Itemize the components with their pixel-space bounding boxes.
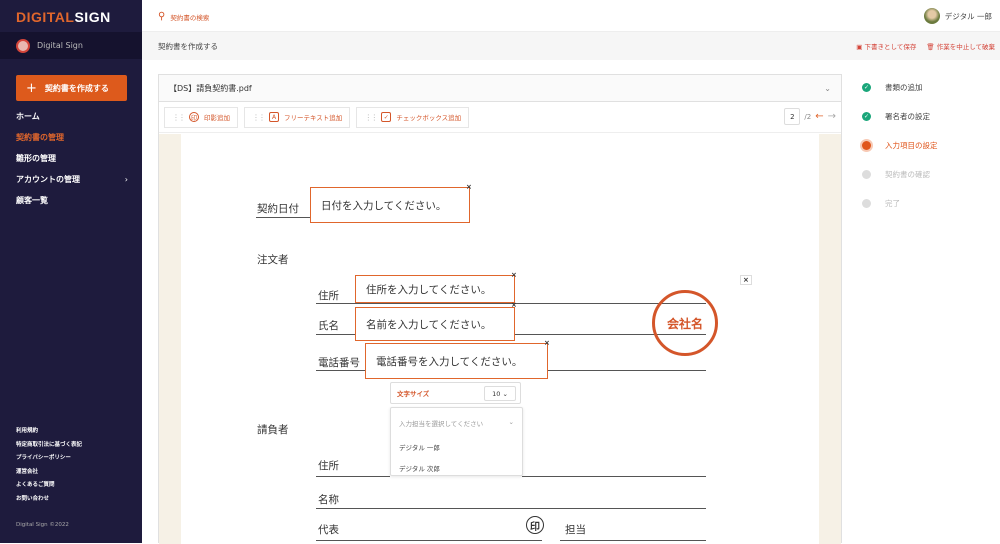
user-menu[interactable]: デジタル 一郎	[923, 8, 992, 24]
sidebar: DIGITALSIGN Digital Sign + 契約書を作成する ホーム 契…	[0, 0, 142, 543]
name-label: 氏名	[318, 320, 339, 332]
checkbox-icon: ✓	[381, 112, 392, 122]
drag-handle-icon: ⋮⋮	[252, 112, 266, 122]
date-label: 契約日付	[257, 203, 299, 215]
font-size-control: 文字サイズ 10 ⌄	[390, 382, 521, 404]
remove-seal-icon[interactable]: ×	[740, 275, 752, 285]
nav-customers[interactable]: 顧客一覧	[16, 194, 128, 215]
trash-icon: 🗑	[926, 43, 935, 51]
next-page-arrow-icon[interactable]: →	[828, 111, 836, 122]
drag-handle-icon: ⋮⋮	[172, 112, 186, 122]
name-field[interactable]: 名前を入力してください。	[355, 307, 515, 341]
company-seal[interactable]: 会社名	[652, 290, 718, 356]
representative-label: 代表	[318, 524, 339, 536]
organization[interactable]: Digital Sign	[0, 32, 142, 59]
pending-step-icon	[862, 170, 871, 179]
check-icon: ✓	[862, 112, 871, 121]
remove-icon[interactable]: ×	[511, 271, 517, 279]
chevron-right-icon: ›	[124, 175, 128, 184]
add-seal-tool[interactable]: ⋮⋮ 印印影追加	[164, 106, 238, 128]
discard-button[interactable]: 🗑 作業を中止して破棄	[926, 41, 995, 51]
logo[interactable]: DIGITALSIGN	[16, 9, 111, 25]
add-checkbox-tool[interactable]: ⋮⋮ ✓ チェックボックス追加	[356, 106, 470, 128]
step-input-fields: 入力項目の設定	[862, 131, 938, 160]
contractor-address-label: 住所	[318, 460, 339, 472]
step-complete: 完了	[862, 189, 938, 218]
page-input[interactable]: 2	[784, 108, 801, 125]
contractor-label: 請負者	[257, 424, 289, 436]
floppy-icon: ▣	[856, 43, 863, 51]
page-title: 契約書を作成する	[158, 42, 218, 51]
remove-icon[interactable]: ×	[544, 339, 550, 347]
step-signers: ✓ 署名者の設定	[862, 112, 930, 121]
search-link[interactable]: ⚲ 契約書の検索	[158, 11, 209, 22]
avatar	[923, 8, 940, 24]
text-icon: A	[269, 112, 279, 122]
nav-templates[interactable]: 雛形の管理	[16, 152, 128, 173]
nav-account[interactable]: アカウントの管理 ›	[16, 173, 128, 194]
org-emblem-icon	[16, 38, 30, 53]
check-icon: ✓	[862, 83, 871, 92]
assignee-option[interactable]: デジタル 一郎	[391, 438, 522, 459]
page-total: /2	[804, 112, 812, 121]
footer-link[interactable]: 特定商取引法に基づく表記	[16, 440, 82, 454]
pending-step-icon	[862, 199, 871, 208]
date-field[interactable]: 日付を入力してください。	[310, 187, 470, 223]
footer-link[interactable]: プライバシーポリシー	[16, 453, 82, 467]
font-size-select[interactable]: 10 ⌄	[484, 386, 516, 401]
step-add-document: ✓ 書類の追加	[862, 83, 923, 92]
chevron-down-icon: ⌄	[508, 418, 514, 426]
step-confirm: 契約書の確認	[862, 160, 938, 189]
progress-steps: ✓ 書類の追加 ✓ 署名者の設定 入力項目の設定 契約書の確認 完了	[862, 73, 938, 218]
remove-icon[interactable]: ×	[511, 301, 517, 309]
charge-label: 担当	[565, 524, 586, 536]
address-field[interactable]: 住所を入力してください。	[355, 275, 515, 303]
seal-icon: 印	[189, 112, 199, 122]
current-step-icon	[862, 141, 871, 150]
nav-home[interactable]: ホーム	[16, 110, 128, 131]
assignee-dropdown[interactable]: 入力担当を選択してください ⌄ デジタル 一郎 デジタル 次郎	[390, 407, 523, 476]
create-contract-button[interactable]: + 契約書を作成する	[16, 75, 127, 101]
document-selector[interactable]: 【DS】請負契約書.pdf ⌄	[159, 75, 841, 102]
search-icon: ⚲	[158, 11, 166, 22]
assignee-option[interactable]: デジタル 次郎	[391, 459, 522, 480]
orderer-label: 注文者	[257, 254, 289, 266]
chevron-down-icon: ⌄	[824, 83, 831, 93]
remove-icon[interactable]: ×	[466, 183, 472, 191]
address-label: 住所	[318, 290, 339, 302]
footer-link[interactable]: よくあるご質問	[16, 480, 82, 494]
contractor-name-label: 名称	[318, 494, 339, 506]
topbar: ⚲ 契約書の検索 デジタル 一郎	[142, 0, 1000, 32]
nav-contracts[interactable]: 契約書の管理	[16, 131, 128, 152]
inkan-mark: 印	[526, 516, 544, 534]
phone-field[interactable]: 電話番号を入力してください。	[365, 343, 548, 379]
copyright: Digital Sign ©2022	[16, 522, 69, 528]
footer-link[interactable]: 利用規約	[16, 426, 82, 440]
subheader: 契約書を作成する ▣ 下書きとして保存 🗑 作業を中止して破棄	[142, 32, 1000, 60]
drag-handle-icon: ⋮⋮	[364, 112, 378, 122]
footer-link[interactable]: お問い合わせ	[16, 494, 82, 508]
prev-page-arrow-icon[interactable]: ←	[815, 111, 823, 122]
add-free-text-tool[interactable]: ⋮⋮ A フリーテキスト追加	[244, 106, 351, 128]
footer-link[interactable]: 運営会社	[16, 467, 82, 481]
phone-label: 電話番号	[318, 357, 360, 369]
plus-icon: +	[26, 80, 37, 96]
save-draft-button[interactable]: ▣ 下書きとして保存	[856, 41, 916, 51]
